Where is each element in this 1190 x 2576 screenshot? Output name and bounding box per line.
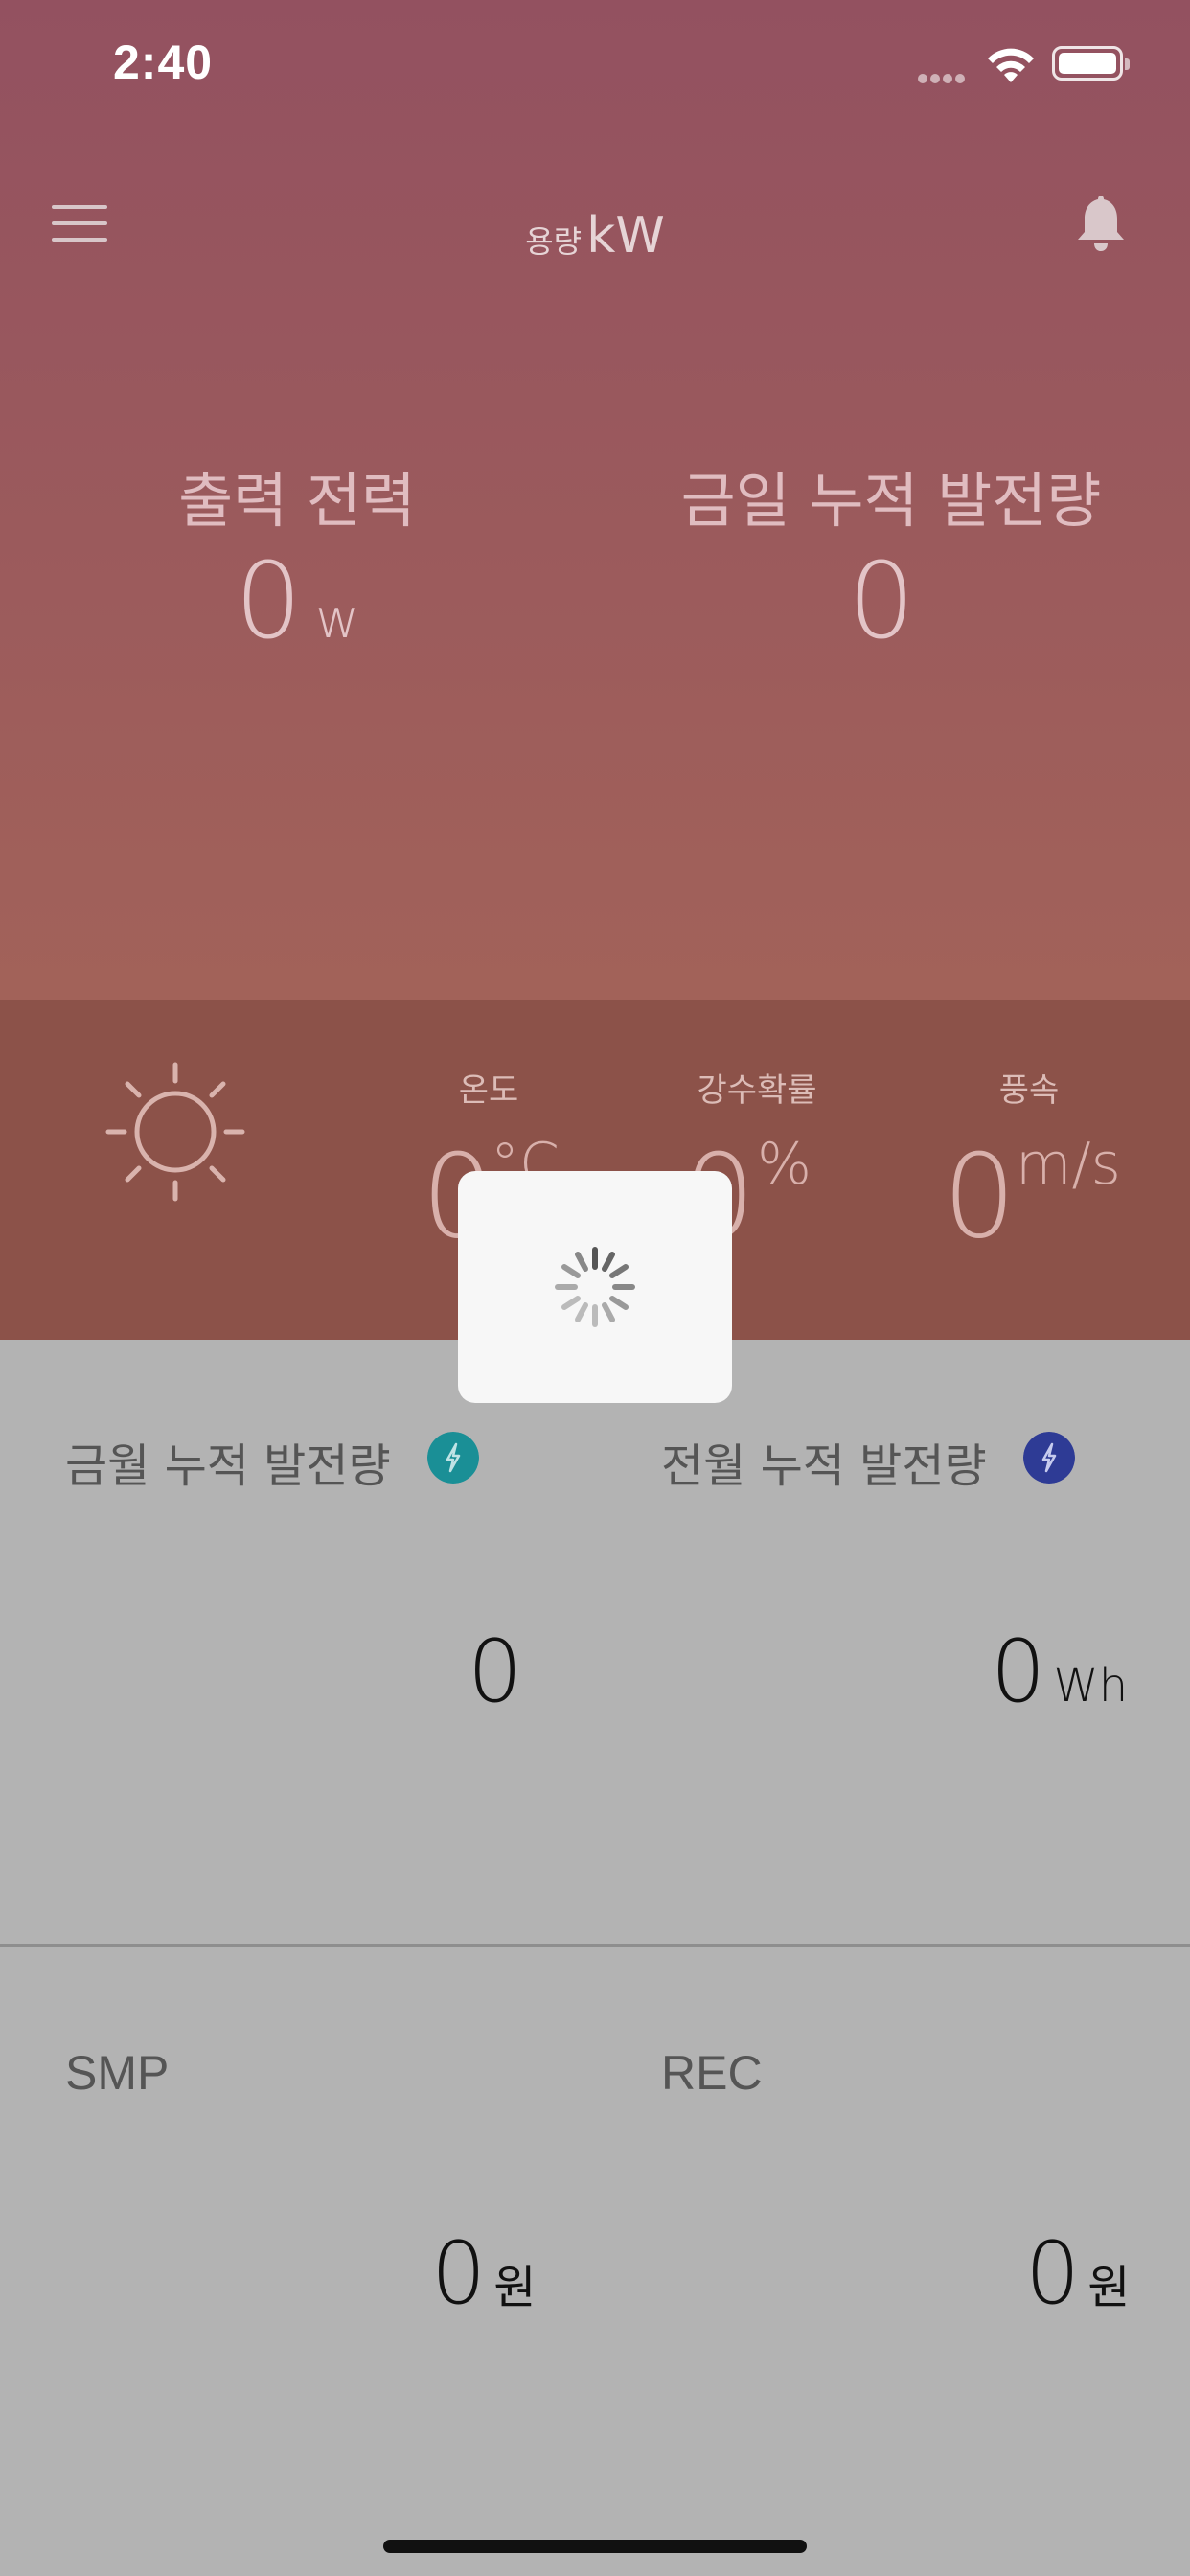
today-energy-value: 0 bbox=[848, 540, 915, 662]
rec-number: 0 bbox=[1025, 2223, 1081, 2324]
rec-value: 0원 bbox=[1025, 2231, 1130, 2317]
smp-value: 0원 bbox=[431, 2231, 536, 2317]
output-power-unit: w bbox=[315, 588, 359, 651]
battery-icon bbox=[1052, 46, 1130, 80]
rec-label: REC bbox=[661, 2046, 763, 2100]
capacity-prefix: 용량 bbox=[525, 223, 583, 260]
today-energy-label: 금일 누적 발전량 bbox=[680, 466, 1102, 536]
wind-value: 0 bbox=[943, 1131, 1017, 1264]
output-power-number: 0 bbox=[235, 540, 303, 662]
output-power-label: 출력 전력 bbox=[178, 466, 416, 536]
capacity-unit: kW bbox=[586, 207, 665, 264]
precipitation-label: 강수확률 bbox=[697, 1071, 817, 1110]
temperature-label: 온도 bbox=[458, 1071, 519, 1110]
smp-unit: 원 bbox=[493, 2261, 537, 2314]
this-month-energy-label: 금월 누적 발전량 bbox=[65, 1439, 391, 1493]
lightning-bolt-icon bbox=[1023, 1432, 1075, 1484]
output-power-value: 0w bbox=[105, 548, 489, 654]
smp-number: 0 bbox=[431, 2223, 487, 2324]
cellular-signal-icon bbox=[918, 69, 973, 83]
wind-unit: m/s bbox=[1016, 1131, 1121, 1198]
lightning-bolt-icon bbox=[427, 1432, 479, 1484]
last-month-energy-number: 0 bbox=[991, 1622, 1046, 1722]
status-bar: 2:40 bbox=[0, 0, 1190, 134]
rec-unit: 원 bbox=[1087, 2261, 1131, 2314]
price-section bbox=[0, 1947, 1190, 2576]
sun-icon bbox=[105, 1062, 245, 1202]
loading-spinner-icon bbox=[555, 1247, 635, 1327]
last-month-energy-value: 0 Wh bbox=[991, 1629, 1128, 1715]
home-indicator[interactable] bbox=[383, 2540, 807, 2553]
last-month-energy-label: 전월 누적 발전량 bbox=[661, 1439, 987, 1493]
wifi-icon bbox=[988, 48, 1034, 82]
precipitation-unit: % bbox=[757, 1131, 812, 1198]
loading-overlay bbox=[458, 1171, 732, 1403]
bell-icon[interactable] bbox=[1073, 192, 1129, 253]
this-month-energy-value: 0 bbox=[468, 1622, 523, 1722]
status-time: 2:40 bbox=[113, 35, 214, 89]
last-month-energy-unit: Wh bbox=[1053, 1659, 1129, 1713]
capacity-title: 용량 kW bbox=[0, 207, 1190, 264]
wind-label: 풍속 bbox=[998, 1071, 1060, 1110]
smp-label: SMP bbox=[65, 2046, 170, 2100]
